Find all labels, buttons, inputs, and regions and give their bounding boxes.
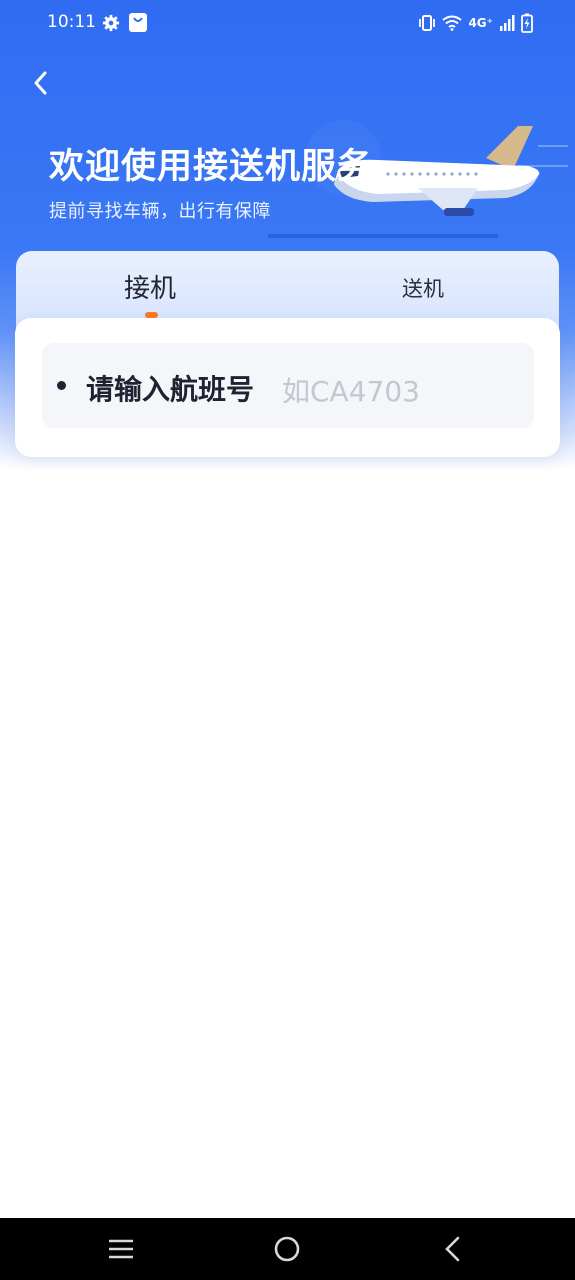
gear-icon [102,14,120,32]
battery-charging-icon [521,13,533,33]
page-subtitle: 提前寻找车辆，出行有保障 [49,201,271,222]
status-bar: 10:11 4G⁺ [0,0,575,46]
shopping-bag-icon [129,13,147,32]
network-type: 4G⁺ [468,16,493,30]
status-icons: 4G⁺ [418,13,533,33]
bullet-dot [57,381,66,390]
signal-icon [500,15,515,31]
menu-icon[interactable] [104,1232,138,1266]
tab-dropoff[interactable]: 送机 [402,273,444,303]
wifi-icon [442,15,463,31]
flight-number-label: 请输入航班号 [86,373,255,406]
back-triangle-icon[interactable] [436,1232,470,1266]
chevron-left-icon [34,71,47,95]
flight-number-placeholder[interactable]: 如CA4703 [282,370,420,410]
home-circle-icon[interactable] [270,1232,304,1266]
back-button[interactable] [26,66,58,100]
status-time: 10:11 [47,12,96,32]
tab-pickup[interactable]: 接机 [124,268,176,305]
page-title: 欢迎使用接送机服务 [49,147,374,187]
vibrate-icon [419,15,436,31]
